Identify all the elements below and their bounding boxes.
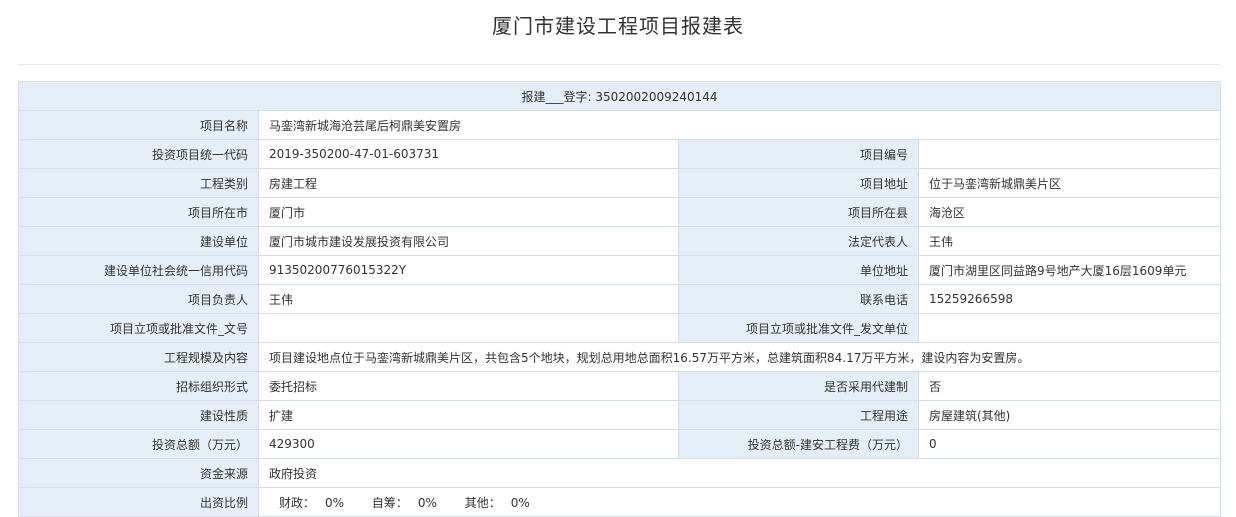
field-value: 15259266598 (917, 284, 1222, 314)
table-row: 资金来源 政府投资 (18, 458, 1222, 488)
field-value: 0 (917, 429, 1222, 459)
ratio-other-value: 0% (510, 495, 530, 510)
field-value: 91350200776015322Y (258, 255, 679, 285)
field-label: 项目立项或批准文件_文号 (18, 313, 259, 343)
field-label: 是否采用代建制 (678, 371, 919, 401)
table-row: 招标组织形式 委托招标 是否采用代建制 否 (18, 371, 1222, 401)
field-value: 王伟 (917, 226, 1222, 256)
field-value: 项目建设地点位于马銮湾新城鼎美片区，共包含5个地块，规划总用地总面积16.57万… (257, 342, 1222, 372)
registration-label: 报建___登字: (521, 89, 592, 104)
field-value: 2019-350200-47-01-603731 (258, 139, 679, 169)
table-row: 项目负责人 王伟 联系电话 15259266598 (18, 284, 1222, 314)
field-label: 项目立项或批准文件_发文单位 (678, 313, 919, 343)
field-value: 房建工程 (258, 168, 679, 198)
registration-number: 3502002009240144 (595, 89, 718, 104)
ratio-fiscal-value: 0% (325, 495, 345, 510)
field-value: 否 (917, 371, 1222, 401)
field-value: 厦门市湖里区同益路9号地产大厦16层1609单元 (917, 255, 1222, 285)
field-value: 王伟 (258, 284, 679, 314)
field-value: 位于马銮湾新城鼎美片区 (917, 168, 1222, 198)
funding-ratio-cell: 财政： 0% 自筹： 0% 其他： 0% (257, 487, 1222, 517)
field-value: 委托招标 (258, 371, 679, 401)
field-value (917, 313, 1222, 343)
field-value: 厦门市城市建设发展投资有限公司 (258, 226, 679, 256)
table-row: 项目名称 马銮湾新城海沧芸尾后柯鼎美安置房 (18, 110, 1222, 140)
registration-header-row: 报建___登字: 3502002009240144 (17, 81, 1222, 111)
field-label: 投资项目统一代码 (18, 139, 259, 169)
field-label: 建设性质 (18, 400, 259, 430)
table-row: 投资项目统一代码 2019-350200-47-01-603731 项目编号 (18, 139, 1222, 169)
title-divider (18, 64, 1220, 65)
ratio-self-raised-value: 0% (417, 495, 437, 510)
page-title: 厦门市建设工程项目报建表 (492, 14, 744, 38)
field-label: 建设单位 (18, 226, 259, 256)
table-row: 建设单位 厦门市城市建设发展投资有限公司 法定代表人 王伟 (18, 226, 1222, 256)
table-row: 投资总额（万元） 429300 投资总额-建安工程费（万元） 0 (18, 429, 1222, 459)
field-label: 项目负责人 (18, 284, 259, 314)
field-label: 工程规模及内容 (18, 342, 259, 372)
field-label: 项目地址 (678, 168, 919, 198)
table-row: 工程类别 房建工程 项目地址 位于马銮湾新城鼎美片区 (18, 168, 1222, 198)
field-label: 出资比例 (18, 487, 259, 517)
field-label: 工程用途 (678, 400, 919, 430)
field-label: 建设单位社会统一信用代码 (18, 255, 259, 285)
registration-number-cell: 报建___登字: 3502002009240144 (17, 81, 1222, 111)
field-value: 房屋建筑(其他) (917, 400, 1222, 430)
field-label: 工程类别 (18, 168, 259, 198)
field-value: 厦门市 (258, 197, 679, 227)
field-label: 项目所在县 (678, 197, 919, 227)
table-row: 建设单位社会统一信用代码 91350200776015322Y 单位地址 厦门市… (18, 255, 1222, 285)
field-value: 429300 (258, 429, 679, 459)
field-value: 政府投资 (257, 458, 1222, 488)
field-label: 法定代表人 (678, 226, 919, 256)
field-value (917, 139, 1222, 169)
field-label: 资金来源 (18, 458, 259, 488)
field-label: 投资总额（万元） (18, 429, 259, 459)
ratio-self-raised-label: 自筹： (371, 495, 408, 510)
field-label: 单位地址 (678, 255, 919, 285)
project-registration-table: 报建___登字: 3502002009240144 项目名称 马銮湾新城海沧芸尾… (17, 81, 1222, 517)
field-label: 联系电话 (678, 284, 919, 314)
field-label: 项目名称 (18, 110, 259, 140)
field-label: 项目所在市 (18, 197, 259, 227)
table-row: 项目所在市 厦门市 项目所在县 海沧区 (18, 197, 1222, 227)
field-value: 扩建 (258, 400, 679, 430)
table-row: 项目立项或批准文件_文号 项目立项或批准文件_发文单位 (18, 313, 1222, 343)
table-row: 工程规模及内容 项目建设地点位于马銮湾新城鼎美片区，共包含5个地块，规划总用地总… (18, 342, 1222, 372)
table-row: 建设性质 扩建 工程用途 房屋建筑(其他) (18, 400, 1222, 430)
ratio-fiscal-label: 财政： (279, 495, 316, 510)
field-value: 海沧区 (917, 197, 1222, 227)
field-label: 项目编号 (678, 139, 919, 169)
field-value (258, 313, 679, 343)
table-row: 出资比例 财政： 0% 自筹： 0% 其他： 0% (18, 487, 1222, 517)
field-value: 马銮湾新城海沧芸尾后柯鼎美安置房 (257, 110, 1222, 140)
field-label: 招标组织形式 (18, 371, 259, 401)
ratio-other-label: 其他： (464, 495, 501, 510)
field-label: 投资总额-建安工程费（万元） (678, 429, 919, 459)
